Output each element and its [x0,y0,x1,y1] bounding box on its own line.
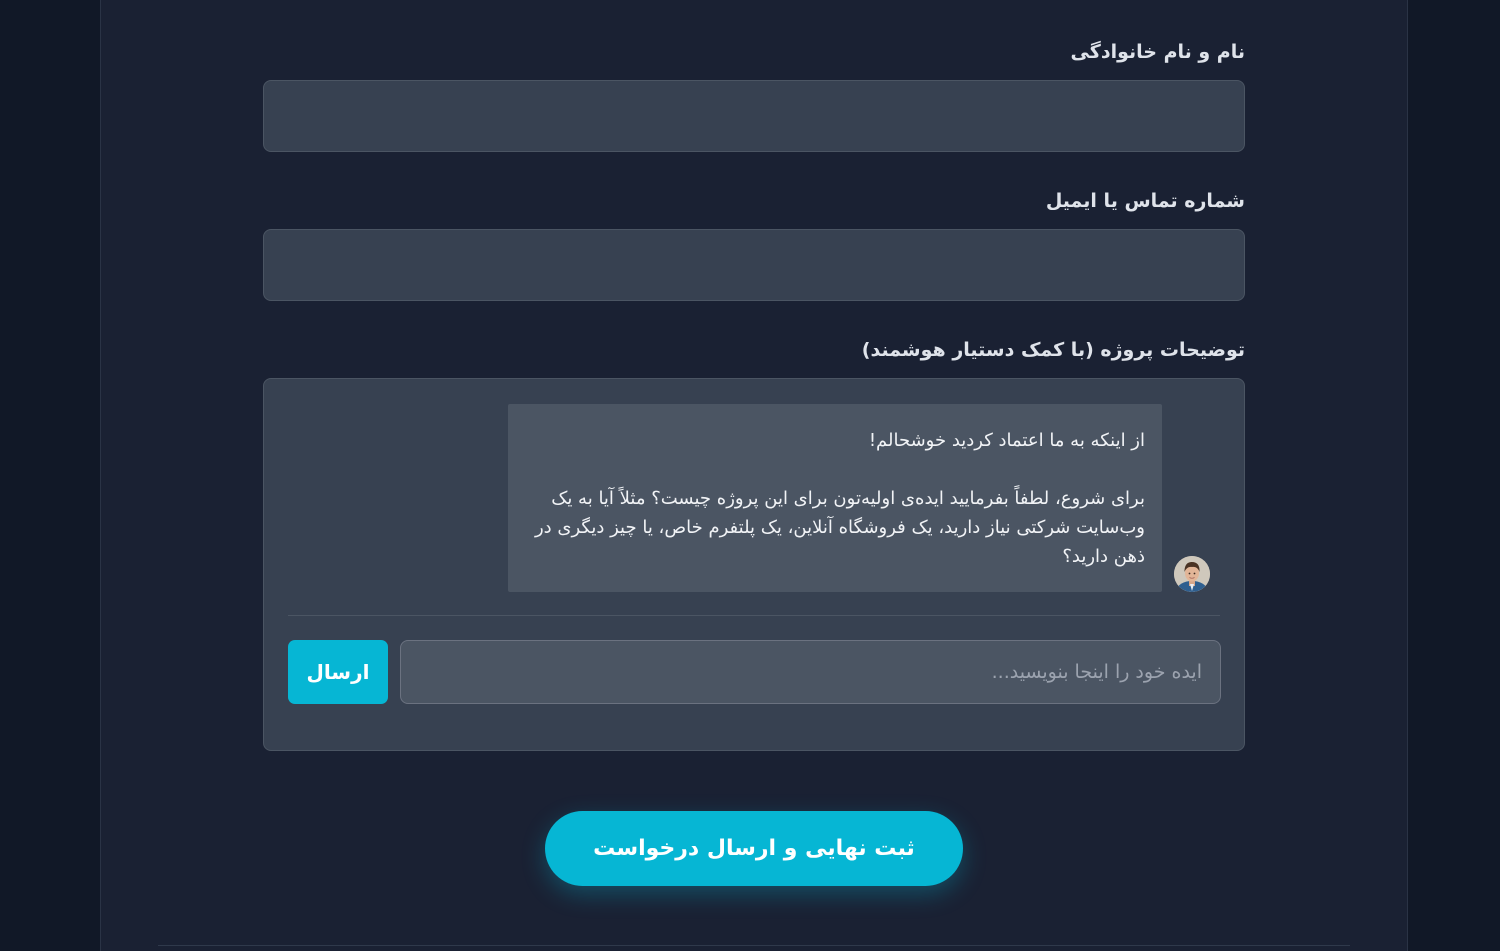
ai-assistant-chat: از اینکه به ما اعتماد کردید خوشحالم! برا… [263,378,1245,751]
description-field-label: توضیحات پروژه (با کمک دستیار هوشمند) [861,339,1245,361]
contact-input[interactable] [263,229,1245,301]
user-avatar-photo-icon [1174,556,1210,592]
send-button[interactable]: ارسال [288,640,388,704]
name-field-label: نام و نام خانوادگی [1070,41,1245,63]
contact-field-label: شماره تماس یا ایمیل [1045,190,1245,212]
footer-divider [158,945,1350,946]
name-input[interactable] [263,80,1245,152]
submit-request-button[interactable]: ثبت نهایی و ارسال درخواست [545,811,963,886]
assistant-message-bubble: از اینکه به ما اعتماد کردید خوشحالم! برا… [508,404,1162,592]
chat-divider [288,615,1220,616]
assistant-greeting: از اینکه به ما اعتماد کردید خوشحالم! [868,430,1145,451]
assistant-message: برای شروع، لطفاً بفرمایید ایده‌ی اولیه‌ت… [534,488,1145,567]
idea-input[interactable] [400,640,1221,704]
assistant-avatar [1174,556,1210,592]
